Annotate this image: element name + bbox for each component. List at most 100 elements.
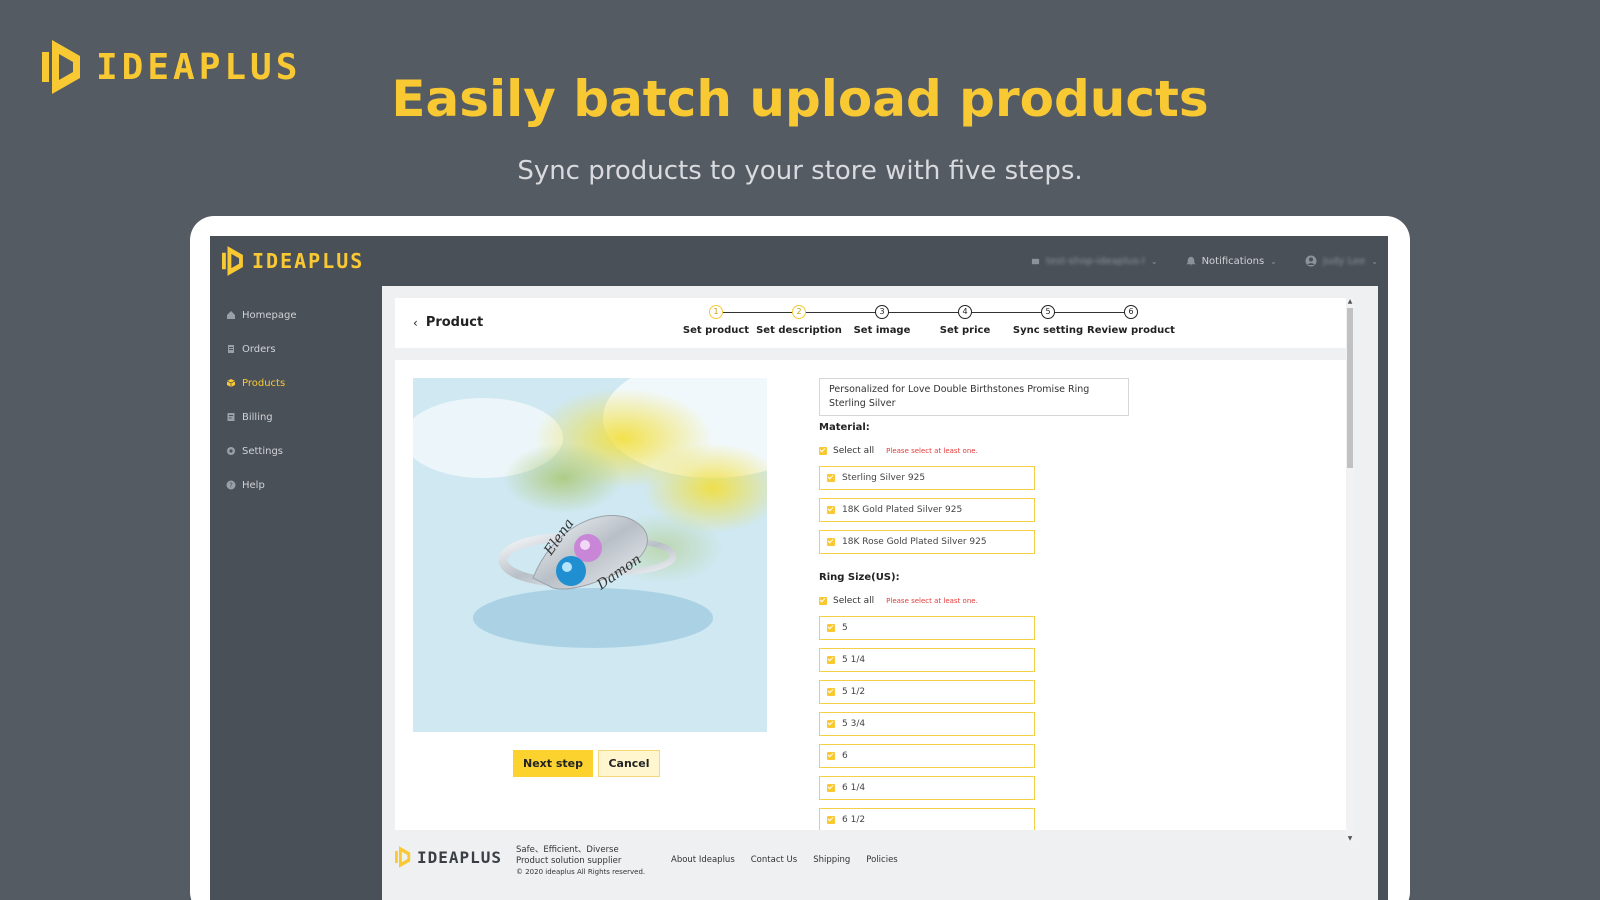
- ideaplus-logo-icon: [395, 846, 411, 868]
- sidebar: Homepage Orders Products Billing Setting…: [210, 286, 382, 900]
- step-number: 5: [1041, 305, 1055, 319]
- scrollbar-thumb[interactable]: [1347, 308, 1353, 468]
- footer-tagline: Safe、Efficient、Diverse Product solution …: [516, 845, 645, 878]
- sidebar-item-label: Settings: [242, 445, 284, 457]
- sidebar-item-label: Billing: [242, 411, 273, 423]
- option-label: 5 1/4: [842, 655, 866, 665]
- sidebar-item-settings[interactable]: Settings: [210, 434, 382, 468]
- ring-photo: Elena Damon: [413, 378, 767, 732]
- scroll-up-icon[interactable]: ▲: [1346, 298, 1354, 305]
- step-6: 6 Review product: [1086, 305, 1176, 336]
- option-label: 6 1/2: [842, 815, 866, 825]
- copyright: © 2020 ideaplus All Rights reserved.: [516, 868, 646, 876]
- footer-link-shipping[interactable]: Shipping: [813, 855, 850, 865]
- size-option[interactable]: 6 1/2: [819, 808, 1035, 830]
- avatar-icon: [1305, 255, 1317, 267]
- back-button[interactable]: ‹ Product: [413, 315, 483, 330]
- checkbox-checked-icon[interactable]: [827, 784, 835, 792]
- material-option[interactable]: 18K Gold Plated Silver 925: [819, 498, 1035, 522]
- checkbox-checked-icon[interactable]: [827, 538, 835, 546]
- scroll-down-icon[interactable]: ▼: [1346, 835, 1354, 842]
- step-number: 3: [875, 305, 889, 319]
- product-editor: Elena Damon Next step Cancel Personalize…: [395, 360, 1349, 830]
- size-select-all[interactable]: Select all Please select at least one.: [819, 594, 1319, 608]
- checkbox-checked-icon[interactable]: [827, 688, 835, 696]
- option-label: 18K Rose Gold Plated Silver 925: [842, 537, 987, 547]
- material-select-all[interactable]: Select all Please select at least one.: [819, 444, 1319, 458]
- step-label: Set product: [682, 325, 750, 336]
- sidebar-item-label: Products: [242, 377, 286, 389]
- sidebar-item-billing[interactable]: Billing: [210, 400, 382, 434]
- orders-icon: [228, 345, 234, 353]
- user-name: Judy Lee: [1322, 255, 1366, 267]
- app-logo[interactable]: IDEAPLUS: [222, 246, 364, 276]
- size-option[interactable]: 5 3/4: [819, 712, 1035, 736]
- step-label: Review product: [1087, 325, 1175, 336]
- sidebar-item-products[interactable]: Products: [210, 366, 382, 400]
- size-option[interactable]: 6 1/4: [819, 776, 1035, 800]
- variant-form: Personalized for Love Double Birthstones…: [819, 378, 1319, 830]
- hero-subtitle: Sync products to your store with five st…: [517, 156, 1083, 186]
- select-all-label: Select all: [833, 596, 875, 606]
- checkbox-checked-icon[interactable]: [819, 597, 827, 605]
- tagline-line-2: Product solution supplier: [516, 856, 622, 866]
- footer-link-about[interactable]: About Ideaplus: [671, 855, 735, 865]
- home-icon: [227, 311, 235, 319]
- chevron-down-icon: ⌄: [1150, 256, 1158, 266]
- step-1: 1 Set product: [671, 305, 761, 336]
- billing-icon: [227, 413, 235, 421]
- size-option[interactable]: 5 1/2: [819, 680, 1035, 704]
- checkbox-checked-icon[interactable]: [827, 624, 835, 632]
- checkbox-checked-icon[interactable]: [827, 720, 835, 728]
- material-option[interactable]: 18K Rose Gold Plated Silver 925: [819, 530, 1035, 554]
- app-brand-name: IDEAPLUS: [252, 249, 365, 273]
- step-label: Set price: [939, 325, 991, 336]
- cancel-button[interactable]: Cancel: [598, 750, 660, 777]
- product-image: Elena Damon: [413, 378, 767, 732]
- checkbox-checked-icon[interactable]: [827, 816, 835, 824]
- content-scrollbar[interactable]: ▲ ▼: [1346, 298, 1354, 842]
- footer-link-policies[interactable]: Policies: [866, 855, 897, 865]
- store-icon: [1031, 258, 1040, 264]
- footer-logo: IDEAPLUS: [395, 846, 502, 868]
- sidebar-item-label: Orders: [242, 343, 276, 355]
- product-header: ‹ Product 1 Set product 2 Set descriptio…: [395, 298, 1349, 348]
- sidebar-item-orders[interactable]: Orders: [210, 332, 382, 366]
- sidebar-item-label: Homepage: [242, 309, 297, 321]
- user-menu[interactable]: Judy Lee ⌄: [1305, 255, 1378, 267]
- step-number: 2: [792, 305, 806, 319]
- option-label: Sterling Silver 925: [842, 473, 926, 483]
- notifications-label: Notifications: [1201, 255, 1265, 267]
- size-option[interactable]: 5 1/4: [819, 648, 1035, 672]
- checkbox-checked-icon[interactable]: [827, 656, 835, 664]
- material-option[interactable]: Sterling Silver 925: [819, 466, 1035, 490]
- ideaplus-logo-icon: [222, 246, 243, 276]
- size-option[interactable]: 5: [819, 616, 1035, 640]
- store-selector[interactable]: test-shop-ideaplus-l ⌄: [1031, 256, 1158, 267]
- checkbox-checked-icon[interactable]: [827, 752, 835, 760]
- footer-links: About Ideaplus Contact Us Shipping Polic…: [671, 855, 898, 865]
- top-right-menu: test-shop-ideaplus-l ⌄ Notifications ⌄ J…: [1031, 236, 1378, 286]
- step-2: 2 Set description: [754, 305, 844, 336]
- sidebar-item-help[interactable]: ? Help: [210, 468, 382, 502]
- material-warning: Please select at least one.: [886, 447, 978, 455]
- product-title-field[interactable]: Personalized for Love Double Birthstones…: [819, 378, 1129, 416]
- step-4: 4 Set price: [920, 305, 1010, 336]
- size-option[interactable]: 6: [819, 744, 1035, 768]
- option-label: 18K Gold Plated Silver 925: [842, 505, 963, 515]
- tagline-line-1: Safe、Efficient、Diverse: [516, 845, 619, 855]
- checkbox-checked-icon[interactable]: [819, 447, 827, 455]
- option-label: 5 1/2: [842, 687, 866, 697]
- chevron-down-icon: ⌄: [1270, 256, 1277, 266]
- sidebar-item-homepage[interactable]: Homepage: [210, 298, 382, 332]
- footer-link-contact[interactable]: Contact Us: [751, 855, 797, 865]
- hero-title: Easily batch upload products: [391, 70, 1209, 128]
- svg-text:?: ?: [229, 482, 233, 490]
- size-warning: Please select at least one.: [886, 597, 978, 605]
- notifications-button[interactable]: Notifications ⌄: [1185, 255, 1277, 267]
- checkbox-checked-icon[interactable]: [827, 506, 835, 514]
- checkbox-checked-icon[interactable]: [827, 474, 835, 482]
- step-label: Set image: [853, 325, 911, 336]
- next-step-button[interactable]: Next step: [513, 750, 593, 777]
- step-5: 5 Sync setting: [1003, 305, 1093, 336]
